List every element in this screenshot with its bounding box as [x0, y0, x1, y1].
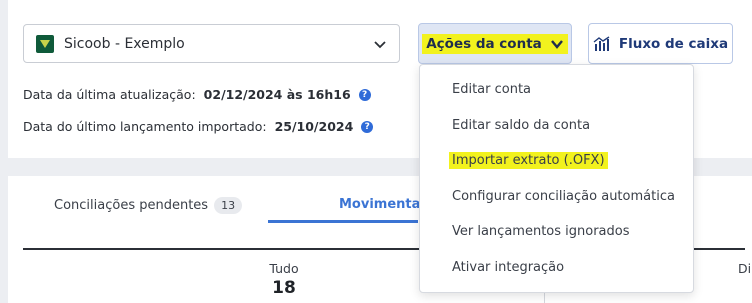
chevron-down-icon [550, 39, 563, 49]
last-import-info: Data do último lançamento importado: 25/… [23, 119, 374, 134]
account-actions-highlight: Ações da conta [422, 33, 568, 54]
menu-item-activate-integration[interactable]: Ativar integração [452, 260, 564, 275]
summary-right-label: Di [738, 261, 752, 276]
last-update-value: 02/12/2024 às 16h16 [203, 87, 351, 102]
help-icon[interactable]: ? [358, 88, 371, 101]
bank-logo-icon [36, 34, 54, 53]
menu-item-import-statement[interactable]: Importar extrato (.OFX) [449, 152, 608, 169]
last-import-value: 25/10/2024 [274, 119, 354, 134]
chevron-down-icon [374, 41, 386, 49]
help-icon[interactable]: ? [361, 120, 374, 133]
menu-item-edit-balance[interactable]: Editar saldo da conta [452, 118, 590, 133]
bar-chart-icon [593, 35, 610, 51]
last-import-label: Data do último lançamento importado: [23, 119, 267, 134]
account-select[interactable]: Sicoob - Exemplo [23, 24, 400, 63]
pending-count-badge: 13 [214, 197, 243, 214]
account-actions-menu: Editar conta Editar saldo da conta Impor… [419, 64, 694, 293]
cash-flow-label: Fluxo de caixa [618, 35, 729, 52]
summary-all-value: 18 [272, 278, 296, 298]
last-update-label: Data da última atualização: [23, 87, 196, 102]
tab-pending-label: Conciliações pendentes [54, 198, 209, 213]
menu-item-edit-account[interactable]: Editar conta [452, 82, 531, 97]
summary-all-label: Tudo [269, 261, 299, 276]
active-tab-indicator [268, 220, 418, 223]
cash-flow-button[interactable]: Fluxo de caixa [588, 23, 733, 64]
account-name: Sicoob - Exemplo [64, 35, 185, 52]
account-actions-label: Ações da conta [426, 35, 542, 52]
last-update-info: Data da última atualização: 02/12/2024 à… [23, 87, 371, 102]
account-actions-button[interactable]: Ações da conta [418, 23, 572, 64]
menu-item-ignored-entries[interactable]: Ver lançamentos ignorados [452, 224, 630, 239]
tab-movements[interactable]: Movimentações [339, 197, 419, 212]
tab-pending-reconciliations[interactable]: Conciliações pendentes 13 [54, 197, 243, 214]
menu-item-auto-reconciliation[interactable]: Configurar conciliação automática [452, 189, 675, 204]
